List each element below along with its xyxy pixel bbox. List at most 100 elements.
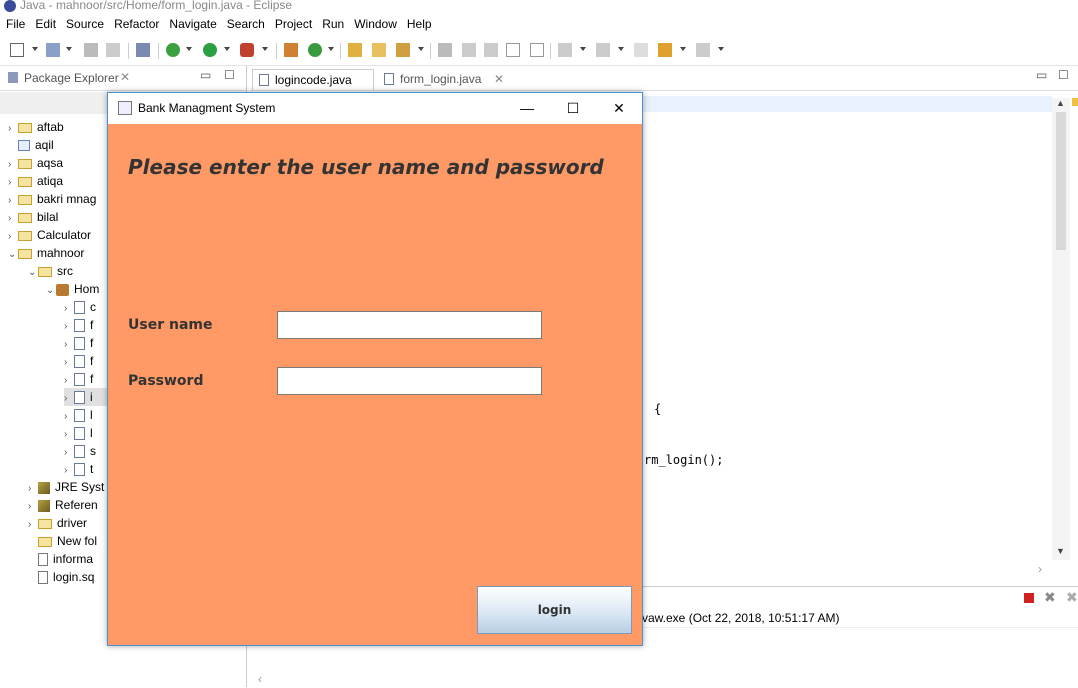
menu-run[interactable]: Run <box>316 14 348 31</box>
back-dropdown-icon[interactable] <box>680 47 686 51</box>
run-icon[interactable] <box>203 43 217 57</box>
package-explorer-tab[interactable]: Package Explorer ✕ ▭ ☐ <box>0 66 246 91</box>
tree-item[interactable]: › Calculator <box>8 226 91 244</box>
tree-item[interactable]: › driver <box>28 514 87 532</box>
tree-item[interactable]: ⌄ src <box>28 262 73 280</box>
scroll-down-icon[interactable]: ▼ <box>1056 546 1065 556</box>
open-type-folder-icon[interactable] <box>348 43 362 57</box>
open-dropdown-icon[interactable] <box>66 47 72 51</box>
external-tools-icon[interactable] <box>240 43 254 57</box>
stop-icon[interactable] <box>1024 593 1034 603</box>
close-button[interactable]: ✕ <box>596 93 642 124</box>
menu-edit[interactable]: Edit <box>29 14 60 31</box>
tree-item[interactable]: aqil <box>8 136 54 154</box>
tab-form-login[interactable]: form_login.java ✕ <box>378 69 508 90</box>
next-annotation-icon[interactable] <box>558 43 572 57</box>
maximize-button[interactable]: ☐ <box>550 93 596 124</box>
menu-project[interactable]: Project <box>269 14 316 31</box>
run-dropdown-icon[interactable] <box>224 47 230 51</box>
tree-item[interactable]: New fol <box>28 532 97 550</box>
tree-item-selected[interactable]: › i <box>64 388 108 406</box>
folder-icon <box>38 518 52 529</box>
tree-item[interactable]: › f <box>64 352 93 370</box>
forward-icon[interactable] <box>696 43 710 57</box>
tree-item[interactable]: › t <box>64 460 93 478</box>
menu-file[interactable]: File <box>0 14 29 31</box>
tree-item[interactable]: › Referen <box>28 496 98 514</box>
chevron-left-icon[interactable]: ‹ <box>258 672 262 686</box>
scroll-up-icon[interactable]: ▲ <box>1056 98 1065 108</box>
tree-item[interactable]: › f <box>64 334 93 352</box>
tree-item[interactable]: › atiqa <box>8 172 63 190</box>
tree-item[interactable]: ⌄ mahnoor <box>8 244 84 262</box>
close-icon[interactable]: ✕ <box>120 70 130 84</box>
remove-all-icon[interactable]: ✖ <box>1066 589 1078 606</box>
tree-item[interactable]: › aqsa <box>8 154 63 172</box>
new-class-dropdown-icon[interactable] <box>328 47 334 51</box>
tree-item[interactable]: › c <box>64 298 96 316</box>
save-icon[interactable] <box>84 43 98 57</box>
marker-icon[interactable] <box>462 43 476 57</box>
remove-launch-icon[interactable]: ✖ <box>1044 589 1056 606</box>
maximize-icon[interactable]: ☐ <box>224 68 235 82</box>
open-type-icon[interactable] <box>46 43 60 57</box>
tree-item[interactable]: › bakri mnag <box>8 190 96 208</box>
editor-scrollbar[interactable]: ▲ ▼ <box>1052 98 1070 560</box>
show-whitespace-icon[interactable] <box>530 43 544 57</box>
skip-breakpoints-icon[interactable] <box>136 43 150 57</box>
new-package-icon[interactable] <box>284 43 298 57</box>
tree-item[interactable]: › f <box>64 370 93 388</box>
tree-item[interactable]: › l <box>64 406 93 424</box>
tree-item[interactable]: › aftab <box>8 118 64 136</box>
dialog-heading: Please enter the user name and password <box>128 155 604 179</box>
tree-item[interactable]: › f <box>64 316 93 334</box>
chevron-right-icon[interactable]: › <box>1038 562 1042 576</box>
external-tools-dropdown-icon[interactable] <box>262 47 268 51</box>
save-all-icon[interactable] <box>106 43 120 57</box>
debug-icon[interactable] <box>166 43 180 57</box>
last-edit-icon[interactable] <box>634 43 648 57</box>
back-icon[interactable] <box>658 43 672 57</box>
tree-item[interactable]: informa <box>28 550 93 568</box>
scrollbar-thumb[interactable] <box>1056 112 1066 250</box>
tree-item[interactable]: › JRE Syst <box>28 478 104 496</box>
tree-item[interactable]: login.sq <box>28 568 94 586</box>
new-dropdown-icon[interactable] <box>32 47 38 51</box>
menu-navigate[interactable]: Navigate <box>163 14 220 31</box>
prev-annotation-icon[interactable] <box>596 43 610 57</box>
tree-item[interactable]: › s <box>64 442 96 460</box>
close-icon[interactable]: ✕ <box>494 69 504 90</box>
menu-search[interactable]: Search <box>221 14 269 31</box>
minimize-icon[interactable]: ▭ <box>200 68 211 82</box>
login-button[interactable]: login <box>477 586 632 634</box>
link-icon[interactable] <box>484 43 498 57</box>
open-folder-icon[interactable] <box>372 43 386 57</box>
tree-item[interactable]: › bilal <box>8 208 58 226</box>
toggle-block-icon[interactable] <box>506 43 520 57</box>
maximize-icon[interactable]: ☐ <box>1058 68 1069 82</box>
menu-help[interactable]: Help <box>401 14 436 31</box>
tab-logincode[interactable]: logincode.java <box>252 69 374 90</box>
prev-annotation-dropdown-icon[interactable] <box>618 47 624 51</box>
project-icon <box>18 194 32 205</box>
forward-dropdown-icon[interactable] <box>718 47 724 51</box>
new-icon[interactable] <box>10 43 24 57</box>
menu-refactor[interactable]: Refactor <box>108 14 163 31</box>
tree-item[interactable]: › l <box>64 424 93 442</box>
java-file-icon <box>259 74 269 86</box>
minimize-icon[interactable]: ▭ <box>1036 68 1047 82</box>
pencil-icon[interactable] <box>396 43 410 57</box>
password-field[interactable] <box>277 367 542 395</box>
minimize-button[interactable]: — <box>504 93 550 124</box>
pencil-dropdown-icon[interactable] <box>418 47 424 51</box>
new-class-icon[interactable] <box>308 43 322 57</box>
next-annotation-dropdown-icon[interactable] <box>580 47 586 51</box>
debug-dropdown-icon[interactable] <box>186 47 192 51</box>
menu-window[interactable]: Window <box>348 14 401 31</box>
annotation-icon[interactable] <box>438 43 452 57</box>
menu-source[interactable]: Source <box>60 14 108 31</box>
tree-item[interactable]: ⌄ Hom <box>46 280 99 298</box>
java-file-icon <box>74 319 85 333</box>
username-field[interactable] <box>277 311 542 339</box>
project-icon <box>18 248 32 259</box>
